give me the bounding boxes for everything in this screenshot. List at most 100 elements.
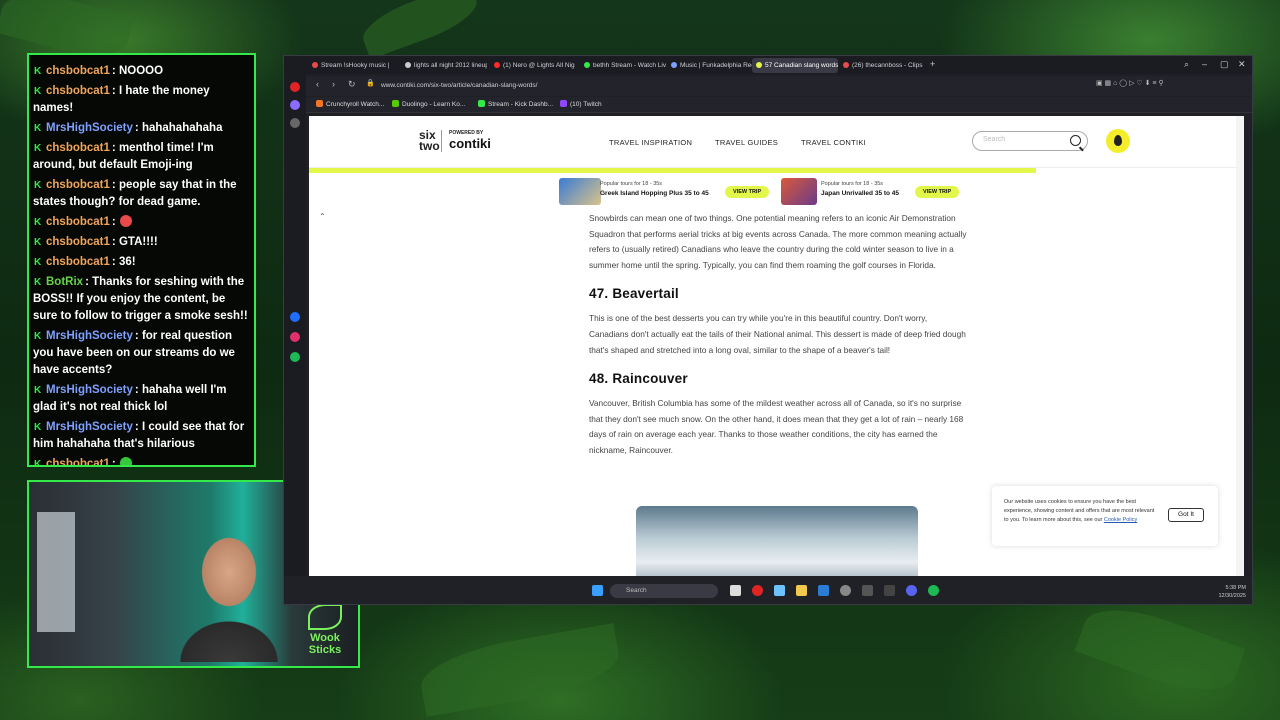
nav-travel-guides[interactable]: TRAVEL GUIDES xyxy=(715,138,778,147)
back-icon[interactable]: ‹ xyxy=(316,79,319,89)
raincouver-image xyxy=(636,506,918,576)
chat-username[interactable]: chsbobcat1 xyxy=(46,142,110,154)
tab-favicon-icon xyxy=(756,62,762,68)
chat-username[interactable]: chsbobcat1 xyxy=(46,458,110,465)
chat-username[interactable]: chsbobcat1 xyxy=(46,179,110,191)
copilot-icon[interactable] xyxy=(774,585,785,596)
toolbar-icons[interactable]: ▣ ▦ ⌂ ◯ ▷ ♡ ⬇ ≡ ⚲ xyxy=(1096,79,1164,87)
reload-icon[interactable]: ↻ xyxy=(348,79,356,90)
folder-icon[interactable] xyxy=(796,585,807,596)
search-icon[interactable] xyxy=(1070,135,1081,146)
browser-tab[interactable]: Music | Funkadelphia Rec xyxy=(667,58,753,73)
opera-icon[interactable] xyxy=(752,585,763,596)
chat-username[interactable]: chsbobcat1 xyxy=(46,65,110,77)
bookmark-label: Duolingo - Learn Ko... xyxy=(402,101,466,108)
tab-label: bethh Stream - Watch Liv xyxy=(593,62,666,69)
taskbar-search[interactable]: Search xyxy=(610,584,718,598)
webpage: six two POWERED BY contiki TRAVEL INSPIR… xyxy=(309,116,1244,576)
chat-message: Kchsbobcat1: people say that in the stat… xyxy=(33,177,250,211)
browser-tab[interactable]: bethh Stream - Watch Liv xyxy=(580,58,666,73)
address-bar: ‹ › ↻ 🔒 www.contiki.com/six-two/article/… xyxy=(306,76,1252,96)
chat-username[interactable]: chsbobcat1 xyxy=(46,236,110,248)
chat-username[interactable]: MrsHighSociety xyxy=(46,384,133,396)
chat-text: : NOOOO xyxy=(111,65,164,77)
close-icon[interactable]: ✕ xyxy=(1238,59,1246,70)
bookmark-item[interactable]: (10) Twitch xyxy=(560,99,602,111)
chat-username[interactable]: chsbobcat1 xyxy=(46,216,110,228)
chat-username[interactable]: chsbobcat1 xyxy=(46,85,110,97)
chat-text: : hahahahahaha xyxy=(134,122,223,134)
promo-kicker: Popular tours for 18 - 35s xyxy=(600,181,663,187)
sixtwo-logo[interactable]: six two POWERED BY contiki xyxy=(419,129,491,152)
browser-tab[interactable]: 57 Canadian slang words xyxy=(752,58,838,73)
nav-travel-contiki[interactable]: TRAVEL CONTIKI xyxy=(801,138,866,147)
store-icon[interactable] xyxy=(818,585,829,596)
browser-tab[interactable]: (26) thecannboss - Clips xyxy=(839,58,925,73)
windows-taskbar: Search 5:38 PM 12/30/2025 xyxy=(284,576,1252,604)
messenger-icon[interactable] xyxy=(290,312,300,322)
maximize-icon[interactable]: ▢ xyxy=(1220,59,1229,70)
home-icon[interactable] xyxy=(290,100,300,110)
cookie-banner: Our website uses cookies to ensure you h… xyxy=(992,486,1218,546)
logo-text-line2: Sticks xyxy=(308,644,342,656)
file-icon[interactable] xyxy=(730,585,741,596)
got-it-button[interactable]: Got It xyxy=(1168,508,1204,522)
chat-username[interactable]: MrsHighSociety xyxy=(46,330,133,342)
search-tabs-icon[interactable]: ⌕ xyxy=(1184,59,1189,70)
app-icon[interactable] xyxy=(884,585,895,596)
tab-favicon-icon xyxy=(494,62,500,68)
new-tab-button[interactable]: + xyxy=(930,59,935,69)
view-trip-button[interactable]: VIEW TRIP xyxy=(725,186,770,198)
obs-icon[interactable] xyxy=(840,585,851,596)
paragraph-raincouver: Vancouver, British Columbia has some of … xyxy=(589,398,964,455)
chat-message: Kchsbobcat1: I hate the money names! xyxy=(33,83,250,117)
discord-icon[interactable] xyxy=(906,585,917,596)
spotify-icon[interactable] xyxy=(290,352,300,362)
bookmark-label: (10) Twitch xyxy=(570,101,602,108)
contiki-brand: contiki xyxy=(449,136,491,151)
clock-time: 5:38 PM xyxy=(1225,585,1246,591)
opera-icon[interactable] xyxy=(290,82,300,92)
promo-thumbnail[interactable] xyxy=(559,178,601,205)
flame-icon[interactable] xyxy=(1106,129,1130,153)
chat-username[interactable]: BotRix xyxy=(46,276,83,288)
bookmark-item[interactable]: Crunchyroll Watch... xyxy=(316,99,384,111)
chat-message: Kchsbobcat1: xyxy=(33,456,250,465)
kick-badge-icon: K xyxy=(34,217,42,228)
site-header: six two POWERED BY contiki TRAVEL INSPIR… xyxy=(309,116,1244,168)
wook-sticks-logo: Wook Sticks xyxy=(300,604,350,660)
bookmark-icon[interactable] xyxy=(290,118,300,128)
chat-message: K MrsHighSociety: hahaha well I'm glad it… xyxy=(33,382,250,416)
instagram-icon[interactable] xyxy=(290,332,300,342)
url-input[interactable]: www.contiki.com/six-two/article/canadian… xyxy=(381,79,981,93)
cookie-policy-link[interactable]: Cookie Policy xyxy=(1104,517,1137,523)
windows-start-icon[interactable] xyxy=(592,585,603,596)
site-search-input[interactable]: Search xyxy=(972,131,1088,151)
app-icon[interactable] xyxy=(862,585,873,596)
browser-tab[interactable]: (1) Nero @ Lights All Nig xyxy=(490,58,576,73)
promo-thumbnail[interactable] xyxy=(781,178,817,205)
minimize-icon[interactable]: – xyxy=(1202,59,1207,69)
logo-text-line1: Wook xyxy=(310,632,340,644)
bookmark-item[interactable]: Stream - Kick Dashb... xyxy=(478,99,553,111)
browser-sidebar xyxy=(284,74,306,604)
view-trip-button[interactable]: VIEW TRIP xyxy=(915,186,960,198)
webcam-shelf xyxy=(37,512,75,632)
spotify-icon[interactable] xyxy=(928,585,939,596)
browser-tab[interactable]: lights all night 2012 lineup xyxy=(401,58,487,73)
kick-badge-icon: K xyxy=(34,422,42,433)
chat-username[interactable]: MrsHighSociety xyxy=(46,421,133,433)
chat-username[interactable]: MrsHighSociety xyxy=(46,122,133,134)
bookmark-label: Stream - Kick Dashb... xyxy=(488,101,554,108)
bookmark-item[interactable]: Duolingo - Learn Ko... xyxy=(392,99,465,111)
page-scrollbar[interactable] xyxy=(1236,116,1244,576)
tab-favicon-icon xyxy=(584,62,590,68)
nav-travel-inspiration[interactable]: TRAVEL INSPIRATION xyxy=(609,138,692,147)
kick-badge-icon: K xyxy=(34,385,42,396)
heading-beavertail: 47. Beavertail xyxy=(589,286,679,302)
chat-message: K MrsHighSociety: hahahahahaha xyxy=(33,120,250,137)
collapse-caret-icon[interactable]: ⌃ xyxy=(319,212,326,221)
forward-icon[interactable]: › xyxy=(332,79,335,89)
browser-tab[interactable]: Stream !sHooky music | xyxy=(308,58,394,73)
chat-username[interactable]: chsbobcat1 xyxy=(46,256,110,268)
